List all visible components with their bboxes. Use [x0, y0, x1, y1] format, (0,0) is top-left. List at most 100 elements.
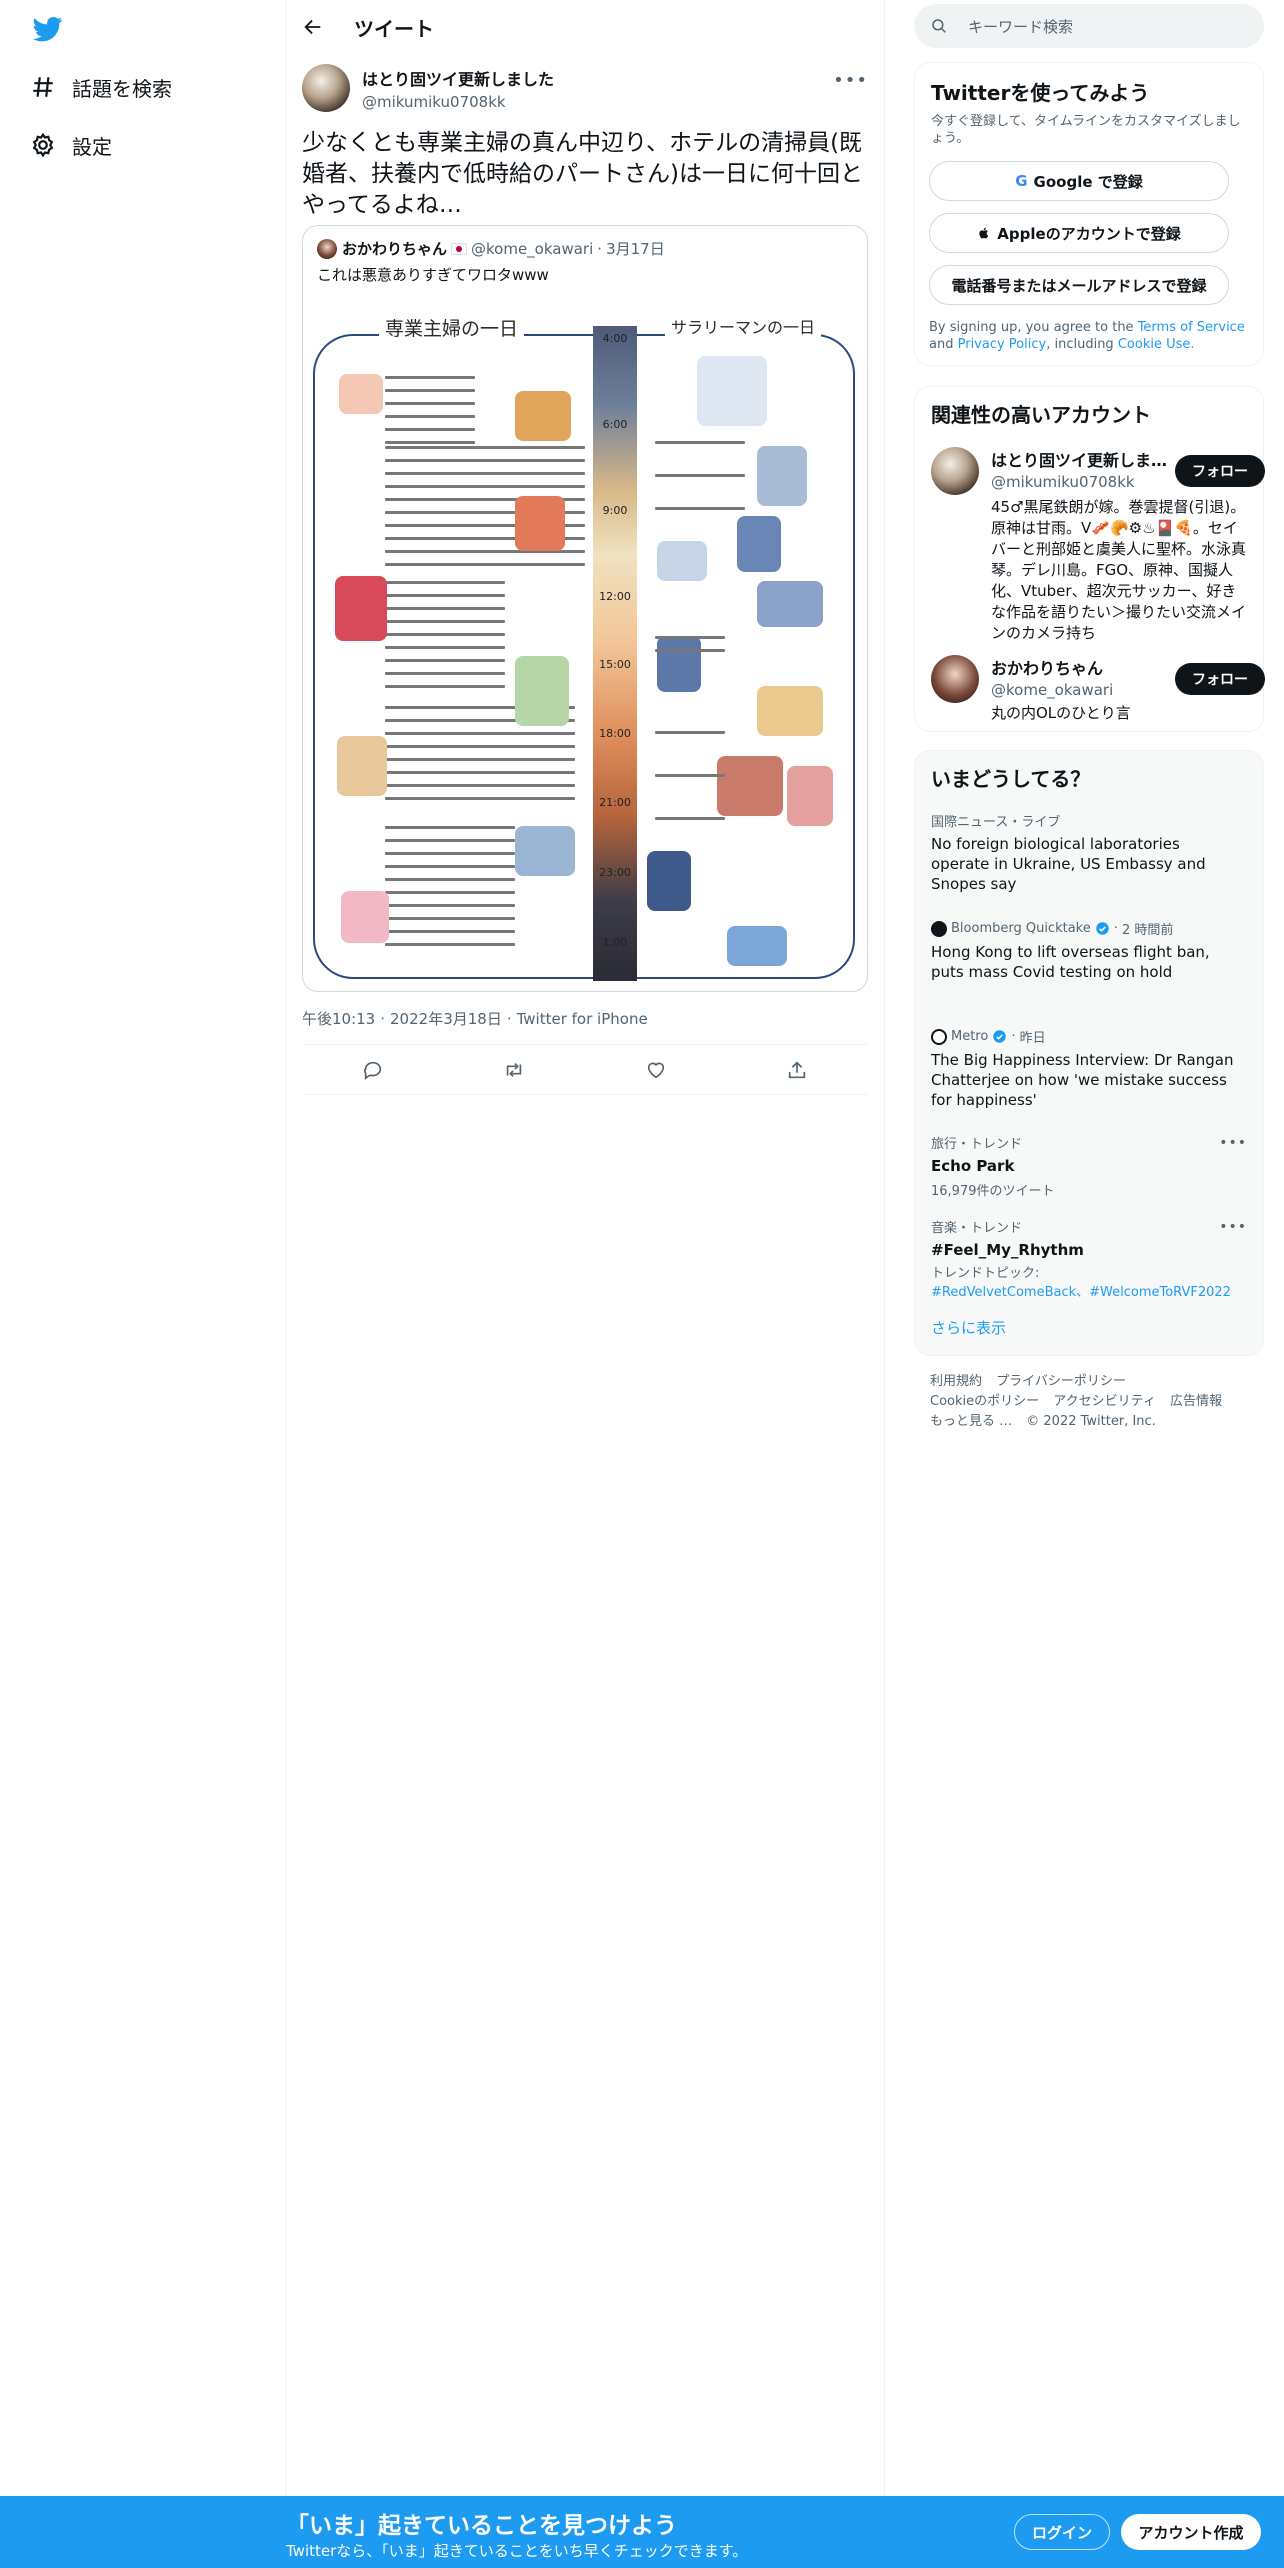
trends-title: いまどうしてる？ — [931, 767, 1091, 791]
terms-of-service-link[interactable]: Terms of Service — [1138, 320, 1245, 335]
trend-more-icon[interactable]: ••• — [1219, 1135, 1247, 1151]
trend-item[interactable]: 国際ニュース・ライブ No foreign biological laborat… — [931, 811, 1241, 894]
text-block — [385, 376, 475, 454]
related-user-name[interactable]: おかわりちゃん — [991, 655, 1176, 679]
trend-more-icon[interactable]: ••• — [1219, 1219, 1247, 1235]
apple-logo-icon — [979, 227, 989, 239]
privacy-policy-link[interactable]: Privacy Policy — [958, 337, 1047, 352]
quote-text: これは悪意ありすぎてワロタwww — [317, 266, 549, 284]
nav-explore[interactable]: 話題を検索 — [30, 67, 172, 107]
signup-button[interactable]: アカウント作成 — [1121, 2514, 1261, 2550]
trend-item[interactable]: 旅行・トレンド Echo Park 16,979件のツイート ••• — [931, 1133, 1246, 1199]
separator-dot: · — [1113, 921, 1118, 936]
follow-button[interactable]: フォロー — [1175, 663, 1265, 695]
nav-explore-label: 話題を検索 — [72, 76, 172, 101]
bottom-banner: 「いま」起きていることを見つけよう Twitterなら、「いま」起きていることを… — [0, 2496, 1284, 2568]
follow-button[interactable]: フォロー — [1175, 455, 1265, 487]
apple-signup-button[interactable]: Appleのアカウントで登録 — [929, 213, 1229, 253]
footer-link[interactable]: 利用規約 — [930, 1374, 982, 1389]
signup-title: Twitterを使ってみよう — [931, 81, 1150, 105]
cookie-use-link[interactable]: Cookie Use. — [1118, 337, 1195, 352]
footer-link[interactable]: Cookieのポリシー — [930, 1394, 1039, 1409]
timeline-bar: 4:00 6:00 9:00 12:00 15:00 18:00 21:00 2… — [593, 326, 637, 981]
footer-link[interactable]: アクセシビリティ — [1053, 1394, 1156, 1409]
avatar[interactable] — [931, 655, 979, 703]
trend-category: 音楽・トレンド — [931, 1221, 1023, 1236]
quote-avatar[interactable] — [317, 238, 337, 259]
terms-prefix: By signing up, you agree to the — [929, 320, 1134, 335]
related-user-bio: 45♂黒尾鉄朗が嫁。巻雲提督(引退)。原神は甘雨。V🥓🥐⚙♨🎴🍕。セイバーと刑部… — [991, 498, 1247, 642]
tweet-meta: 午後10:13 · 2022年3月18日 · Twitter for iPhone — [302, 1010, 648, 1028]
trend-item[interactable]: 音楽・トレンド #Feel_My_Rhythm トレンドトピック: #RedVe… — [931, 1217, 1246, 1300]
author-handle[interactable]: @mikumiku0708kk — [362, 93, 554, 111]
author-name[interactable]: はとり固ツイ更新しました — [362, 66, 554, 90]
banner-title: 「いま」起きていることを見つけよう — [286, 2513, 677, 2539]
trend-title: No foreign biological laboratories opera… — [931, 835, 1206, 893]
tweet-author[interactable]: はとり固ツイ更新しました @mikumiku0708kk — [302, 64, 554, 112]
reply-icon[interactable] — [362, 1059, 384, 1081]
quote-image[interactable]: 専業主婦の一日 4:00 6:00 9:00 12:00 15:00 18:00… — [313, 314, 857, 981]
related-user-handle[interactable]: @mikumiku0708kk — [991, 473, 1176, 491]
time-tick: 4:00 — [602, 332, 628, 345]
trend-topic-links[interactable]: #RedVelvetComeBack、#WelcomeToRVF2022 — [931, 1281, 1241, 1300]
trend-time: 昨日 — [1019, 1031, 1046, 1046]
trend-title: Hong Kong to lift overseas flight ban, p… — [931, 943, 1210, 981]
trend-source: Metro · 昨日 — [931, 1027, 1241, 1046]
verified-badge-icon — [993, 1030, 1007, 1043]
illustration — [717, 756, 783, 816]
footer-link[interactable]: もっと見る … — [930, 1414, 1012, 1429]
trend-category: 旅行・トレンド — [931, 1137, 1023, 1152]
illustration — [697, 356, 767, 426]
copyright: © 2022 Twitter, Inc. — [1026, 1414, 1156, 1429]
trend-title: The Big Happiness Interview: Dr Rangan C… — [931, 1051, 1234, 1109]
tweet-time[interactable]: 午後10:13 — [302, 1010, 375, 1028]
nav-settings[interactable]: 設定 — [30, 125, 112, 165]
phone-email-signup-button[interactable]: 電話番号またはメールアドレスで登録 — [929, 265, 1229, 305]
divider-right — [884, 0, 885, 2500]
share-icon[interactable] — [786, 1059, 808, 1081]
twitter-bird-icon[interactable] — [30, 14, 66, 44]
text-block — [655, 731, 725, 830]
time-tick: 15:00 — [599, 658, 631, 671]
login-button[interactable]: ログイン — [1014, 2514, 1110, 2550]
illustration — [657, 541, 707, 581]
time-tick: 21:00 — [599, 796, 631, 809]
quote-author-name: おかわりちゃん — [342, 240, 448, 258]
time-tick: 23:00 — [599, 866, 631, 879]
illustration — [515, 656, 569, 726]
trend-item[interactable]: Bloomberg Quicktake · 2 時間前 Hong Kong to… — [931, 919, 1241, 982]
illustration — [647, 851, 691, 911]
related-user-name[interactable]: はとり固ツイ更新しました — [991, 447, 1176, 471]
quoted-tweet[interactable]: おかわりちゃん @kome_okawari · 3月17日 これは悪意ありすぎて… — [302, 225, 868, 992]
footer-link[interactable]: 広告情報 — [1170, 1394, 1222, 1409]
illustration — [737, 516, 781, 572]
related-user[interactable]: おかわりちゃん @kome_okawari フォロー 丸の内OLのひとり言 — [931, 655, 1265, 725]
trend-tweet-count: 16,979件のツイート — [931, 1184, 1055, 1199]
left-nav: 話題を検索 設定 — [0, 0, 285, 2568]
google-signup-label: Google で登録 — [1033, 172, 1143, 191]
avatar[interactable] — [302, 64, 350, 112]
avatar[interactable] — [931, 447, 979, 495]
nav-settings-label: 設定 — [72, 134, 112, 159]
more-options-icon[interactable]: ••• — [833, 70, 868, 91]
illustration — [335, 576, 387, 641]
tweet-text: 少なくとも専業主婦の真ん中辺り、ホテルの清掃員(既婚者、扶養内で低時給のパートさ… — [302, 130, 863, 218]
google-signup-button[interactable]: G Google で登録 — [929, 161, 1229, 201]
like-heart-icon[interactable] — [645, 1059, 667, 1081]
trend-source-name: Bloomberg Quicktake — [951, 921, 1091, 936]
metro-logo-icon — [931, 1028, 947, 1045]
related-title: 関連性の高いアカウント — [931, 403, 1151, 427]
show-more-link[interactable]: さらに表示 — [931, 1317, 1006, 1338]
trend-item[interactable]: Metro · 昨日 The Big Happiness Interview: … — [931, 1027, 1241, 1110]
housewife-panel — [313, 334, 593, 979]
related-user[interactable]: はとり固ツイ更新しました @mikumiku0708kk フォロー 45♂黒尾鉄… — [931, 447, 1265, 642]
related-user-handle[interactable]: @kome_okawari — [991, 681, 1176, 699]
search-input[interactable]: キーワード検索 — [914, 4, 1264, 48]
trends-card: いまどうしてる？ 国際ニュース・ライブ No foreign biologica… — [914, 750, 1264, 1356]
tweet-date[interactable]: 2022年3月18日 — [390, 1010, 502, 1028]
tweet-client[interactable]: Twitter for iPhone — [517, 1010, 648, 1028]
illustration — [757, 581, 823, 627]
footer-link[interactable]: プライバシーポリシー — [996, 1374, 1126, 1389]
back-arrow-icon[interactable] — [302, 16, 324, 38]
retweet-icon[interactable] — [503, 1059, 525, 1081]
